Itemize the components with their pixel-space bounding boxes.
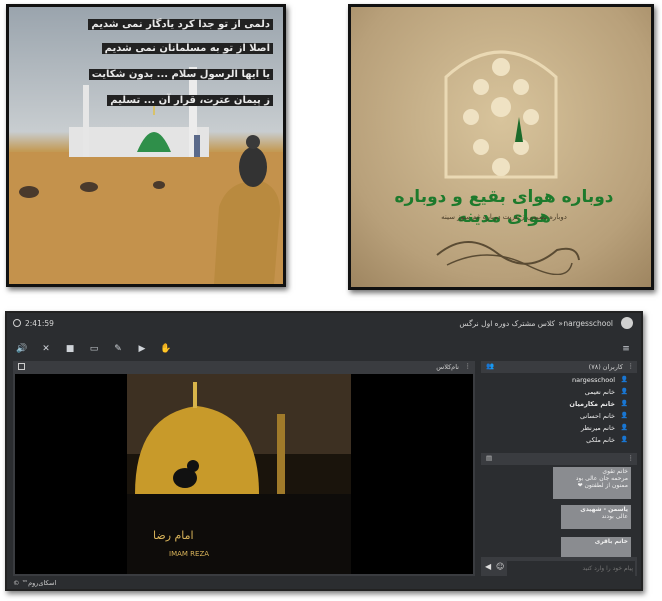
chat-text: مرحمه جان عالی بود	[575, 475, 628, 482]
hand-icon[interactable]: ✋	[159, 342, 173, 356]
user-list-item[interactable]: nargesschool	[572, 376, 615, 384]
shrine-video-frame[interactable]	[127, 374, 351, 574]
account-avatar-icon[interactable]	[621, 317, 633, 329]
menu-icon[interactable]: ≡	[619, 342, 633, 356]
toolbar: 🔊 ✕ ■ ▭ ✎ ▶ ✋ ≡	[7, 339, 641, 359]
screen-share-icon[interactable]: ▭	[87, 342, 101, 356]
classroom-app-window: 2:41:59 کلاس مشترک دوره اول نرگس » narge…	[5, 311, 643, 591]
user-icon: 👤	[620, 412, 628, 419]
users-panel-title: کاربران (۷۸)	[588, 363, 623, 371]
medina-line-4: ز پیمان عترت، قرار آن ... تسلیم	[107, 95, 273, 106]
user-icon: 👤	[620, 388, 628, 395]
chat-icon: ▤	[486, 454, 493, 462]
chat-text: ممنون از لطفتون ❤	[577, 482, 628, 489]
breadcrumb-user[interactable]: nargesschool	[563, 319, 613, 328]
chat-sender: خانم باقری	[594, 538, 628, 545]
chat-input-row: ◀ ☺	[481, 559, 637, 576]
medina-line-1: دلمی از تو جدا کرد یادگار نمی شدیم	[88, 19, 273, 30]
chat-messages: خانم تقوی مرحمه جان عالی بود ممنون از لط…	[481, 465, 637, 557]
medina-line-2: اصلا از تو به مسلمانان نمی شدیم	[101, 43, 273, 54]
chat-sender: یاسمن - شهیدی	[580, 506, 628, 513]
user-icon: 👤	[620, 424, 628, 431]
chat-panel: ▤ ⋮ خانم تقوی مرحمه جان عالی بود ممنون ا…	[481, 453, 637, 576]
chat-panel-header: ▤ ⋮	[481, 453, 637, 465]
user-icon: 👤	[620, 436, 628, 443]
user-list-item[interactable]: خانم احسانی	[580, 412, 615, 420]
users-panel-header: 👥 کاربران (۷۸) ⋮	[481, 361, 637, 373]
video-stage: امام رضا IMAM REZA	[15, 374, 473, 574]
chat-message: خانم باقری	[561, 537, 631, 557]
speaker-icon[interactable]: 🔊	[15, 342, 29, 356]
footer-brand: اسکای‌روم™ ©	[13, 579, 57, 587]
medina-line-3: یا ایها الرسول سلام ... بدون شکایت	[88, 69, 273, 80]
video-panel-header: نام‌کلاس ⋮	[13, 361, 475, 373]
chat-sender: خانم تقوی	[602, 468, 628, 475]
baqi-photo: دوباره هوای بقیع و دوباره هوای مدینه دوب…	[348, 4, 654, 290]
user-list-item[interactable]: خانم میرنظر	[581, 424, 615, 432]
chat-message: خانم تقوی مرحمه جان عالی بود ممنون از لط…	[553, 467, 631, 499]
baqi-title: دوباره هوای بقیع و دوباره هوای مدینه	[394, 187, 614, 227]
send-icon[interactable]: ◀	[485, 562, 491, 571]
chat-input[interactable]	[507, 561, 635, 576]
top-bar: 2:41:59 کلاس مشترک دوره اول نرگس » narge…	[7, 313, 641, 335]
video-logo-caption: امام رضا	[153, 529, 194, 542]
medina-photo: دلمی از تو جدا کرد یادگار نمی شدیم اصلا …	[6, 4, 286, 287]
chat-message: یاسمن - شهیدی عالی بودند	[561, 505, 631, 529]
session-timer: 2:41:59	[25, 319, 54, 328]
user-list-item[interactable]: خانم نعیمی	[585, 388, 615, 396]
add-icon[interactable]	[18, 363, 25, 370]
video-panel-title: نام‌کلاس	[436, 363, 459, 371]
clock-icon	[13, 319, 21, 327]
emoji-icon[interactable]: ☺	[496, 562, 504, 571]
users-icon: 👥	[486, 362, 495, 370]
camera-icon[interactable]: ■	[63, 342, 77, 356]
video-panel: نام‌کلاس ⋮ امام رضا IMAM REZA	[13, 361, 475, 576]
baqi-subtitle: دوباره نسیمی ز غربت دوباره غم سوز سینه	[441, 213, 567, 221]
breadcrumb-class[interactable]: کلاس مشترک دوره اول نرگس	[459, 319, 555, 328]
breadcrumb-separator: »	[558, 319, 563, 328]
calligraphy-signature	[436, 241, 580, 275]
user-icon: 👤	[620, 400, 628, 407]
chat-panel-options-icon[interactable]: ⋮	[628, 454, 635, 462]
chat-text: عالی بودند	[601, 513, 628, 520]
panel-options-icon[interactable]: ⋮	[465, 362, 472, 370]
users-list: nargesschool 👤 خانم نعیمی 👤 خانم مکارمیان 👤…	[481, 373, 637, 447]
user-list-item[interactable]: خانم مکارمیان	[569, 400, 615, 408]
user-icon: 👤	[620, 376, 628, 383]
video-latin-caption: IMAM REZA	[169, 550, 210, 558]
user-list-item[interactable]: خانم ملکی	[586, 436, 615, 444]
users-panel: 👥 کاربران (۷۸) ⋮ nargesschool 👤 خانم نعیم…	[481, 361, 637, 447]
users-panel-options-icon[interactable]: ⋮	[628, 362, 635, 370]
pencil-icon[interactable]: ✎	[111, 342, 125, 356]
mic-off-icon[interactable]: ✕	[39, 342, 53, 356]
media-play-icon[interactable]: ▶	[135, 342, 149, 356]
